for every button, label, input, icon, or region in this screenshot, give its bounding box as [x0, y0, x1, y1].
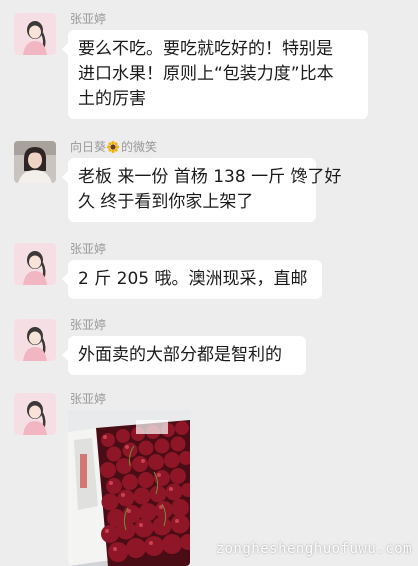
- sender-name: 张亚婷: [70, 12, 107, 26]
- chat-history: 张亚婷 要么不吃。要吃就吃好的！特别是 进口水果！原则上“包装力度”比本 土的厉…: [0, 0, 418, 566]
- sender-name-prefix: 向日葵: [70, 140, 107, 154]
- message-bubble[interactable]: 要么不吃。要吃就吃好的！特别是 进口水果！原则上“包装力度”比本 土的厉害: [62, 30, 368, 119]
- cherry-box-photo[interactable]: [68, 410, 190, 566]
- girl-avatar-icon[interactable]: [14, 13, 56, 55]
- message-text-line: 久 终于看到你家上架了: [78, 192, 254, 212]
- watermark: zongheshenghuofuwu.com: [215, 541, 412, 557]
- girl-avatar-icon[interactable]: [14, 393, 56, 435]
- sender-name: 张亚婷: [70, 242, 107, 256]
- sender-name: 张亚婷: [70, 318, 107, 332]
- message-text-line: 老板 来一份 首杨 138 一斤 馋了好: [78, 167, 342, 187]
- message-bubble[interactable]: 老板 来一份 首杨 138 一斤 馋了好 久 终于看到你家上架了: [62, 158, 342, 222]
- message-bubble[interactable]: 2 斤 205 哦。澳洲现采，直邮: [62, 260, 322, 299]
- girl-avatar-icon[interactable]: [14, 243, 56, 285]
- message-text-line: 外面卖的大部分都是智利的: [78, 345, 282, 365]
- girl-avatar-icon[interactable]: [14, 319, 56, 361]
- sender-name: 向日葵 的微笑: [70, 140, 157, 154]
- message-text-line: 2 斤 205 哦。澳洲现采，直邮: [78, 269, 308, 289]
- woman-photo-avatar-icon[interactable]: [14, 141, 56, 183]
- sender-name: 张亚婷: [70, 392, 107, 406]
- message-text-line: 土的厉害: [78, 89, 146, 109]
- sender-name-suffix: 的微笑: [121, 140, 158, 154]
- message-text-line: 进口水果！原则上“包装力度”比本: [78, 64, 334, 84]
- message-bubble[interactable]: 外面卖的大部分都是智利的: [62, 336, 306, 375]
- message-text-line: 要么不吃。要吃就吃好的！特别是: [78, 39, 333, 59]
- sunflower-icon: [107, 141, 120, 153]
